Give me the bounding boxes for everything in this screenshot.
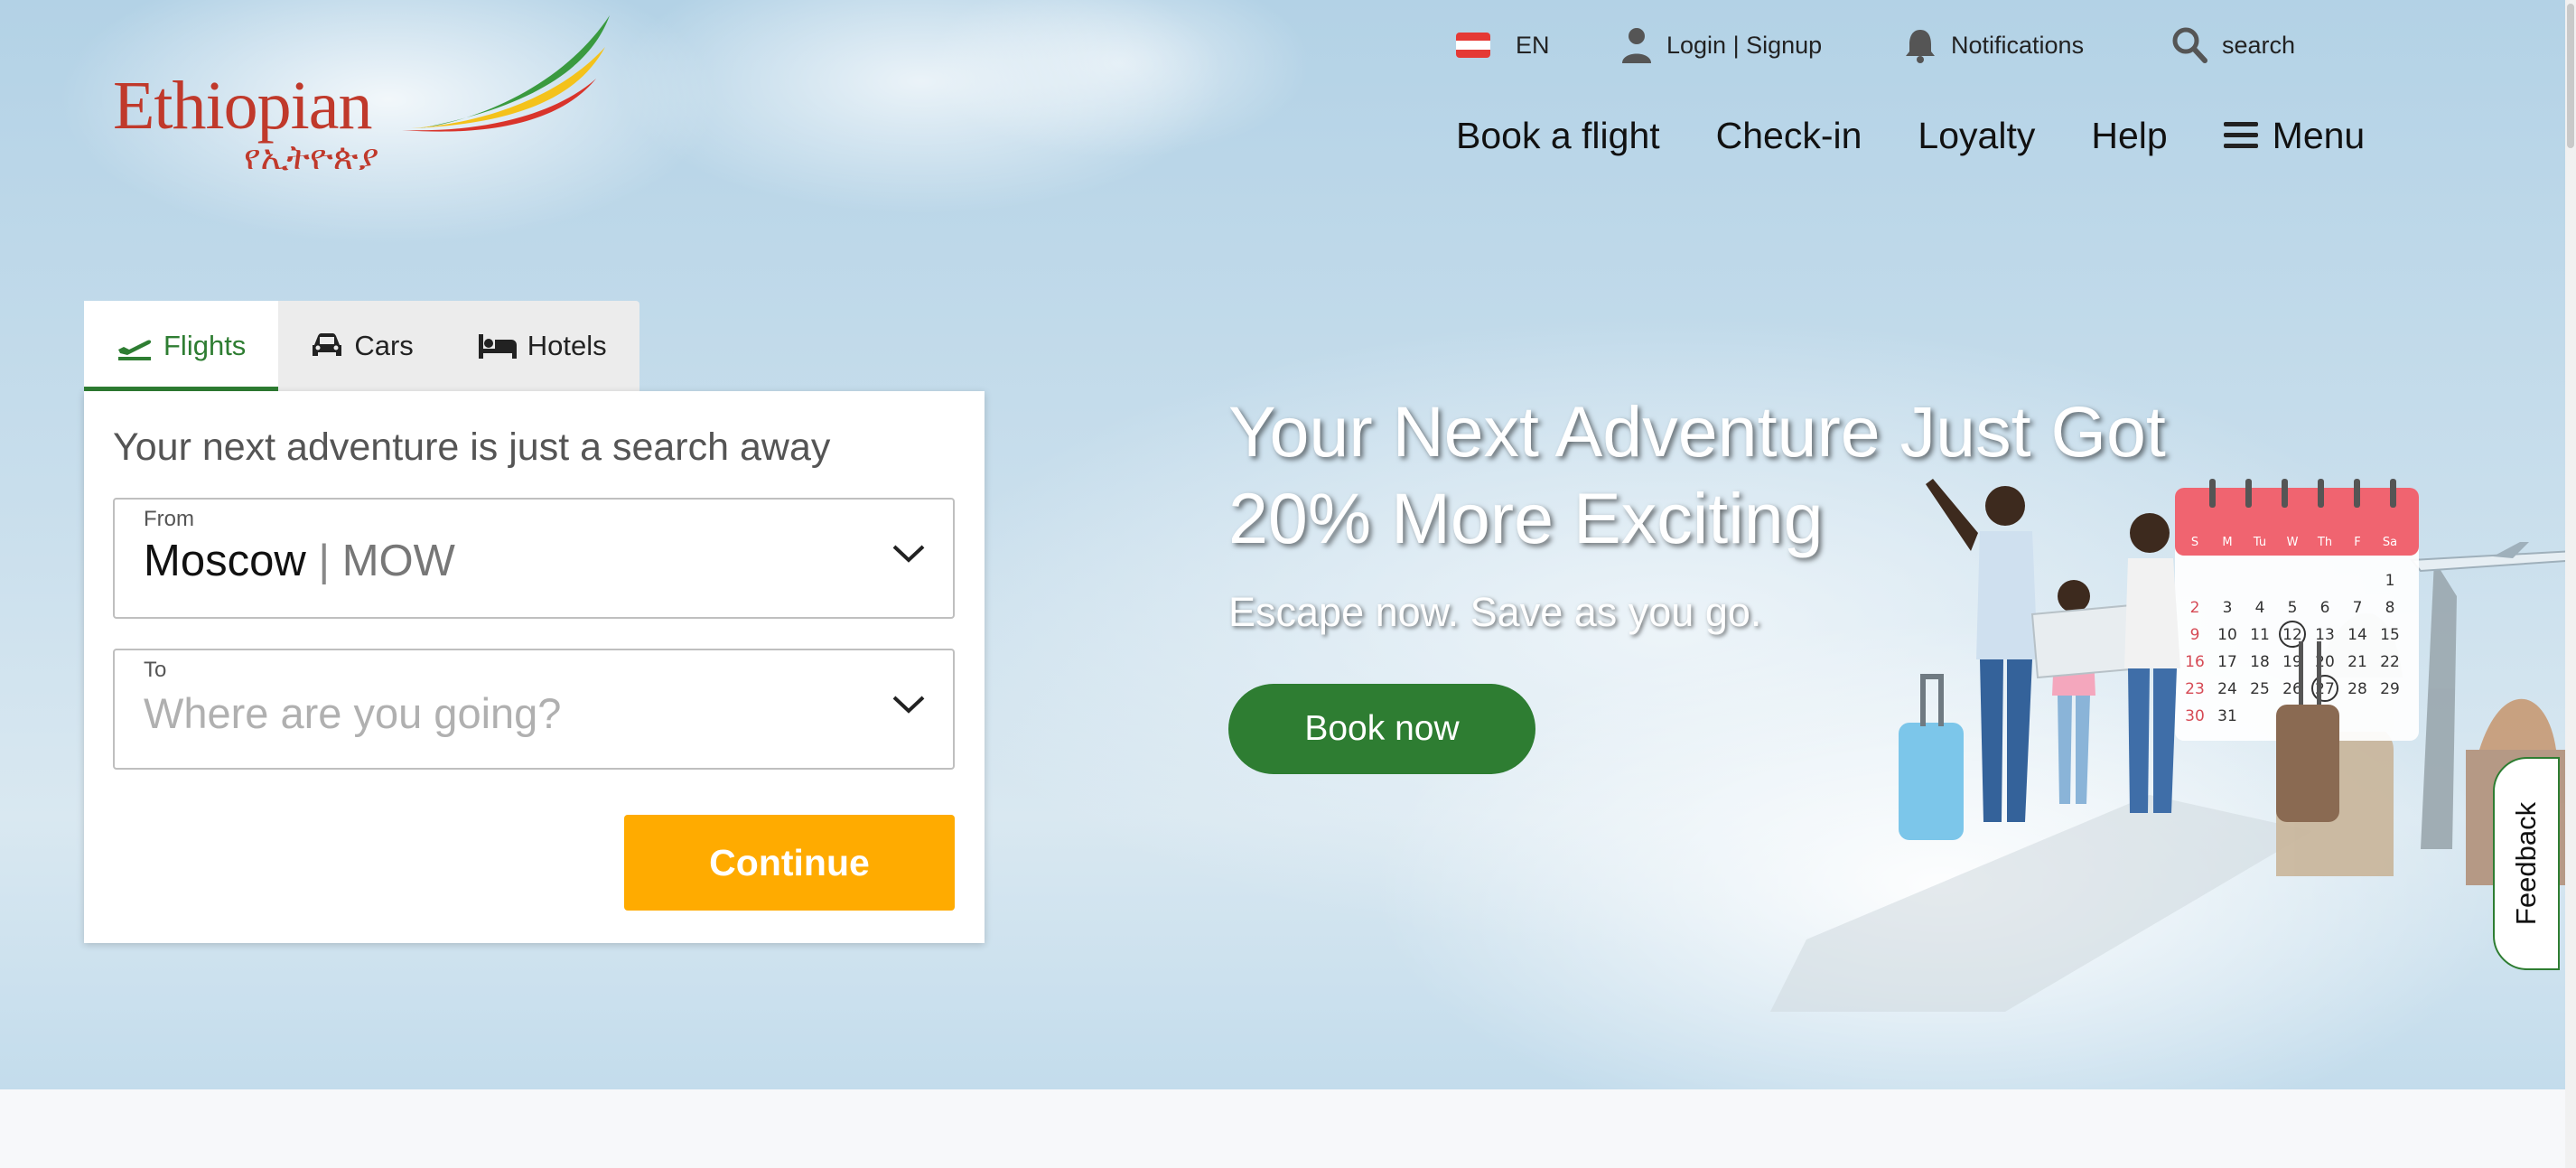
calendar-date: 24: [2217, 680, 2237, 698]
nav-loyalty[interactable]: Loyalty: [1918, 115, 2035, 157]
logo-wordmark: Ethiopian: [113, 68, 373, 144]
calendar-day-header: F: [2354, 536, 2360, 549]
chevron-down-icon[interactable]: [891, 543, 926, 565]
search-label: search: [2222, 31, 2296, 59]
calendar-date: 29: [2380, 680, 2400, 698]
calendar-date: 8: [2385, 599, 2395, 617]
nav-check-in[interactable]: Check-in: [1716, 115, 1862, 157]
language-code: EN: [1516, 31, 1550, 59]
login-label: Login | Signup: [1666, 31, 1823, 59]
flag-icon: [1456, 33, 1490, 58]
calendar-date: 31: [2217, 707, 2237, 725]
to-label: To: [144, 658, 167, 682]
nav-book-a-flight[interactable]: Book a flight: [1456, 115, 1660, 157]
calendar-date: 14: [2347, 626, 2367, 644]
menu-button[interactable]: Menu: [2223, 114, 2366, 157]
from-field[interactable]: From Moscow | MOW: [113, 498, 955, 619]
ethiopian-logo[interactable]: Ethiopian የኢትዮጵያ: [113, 11, 610, 178]
calendar-date: 1: [2385, 572, 2395, 590]
user-icon: [1622, 28, 1651, 63]
calendar-date: 23: [2185, 680, 2205, 698]
calendar-date: 6: [2320, 599, 2330, 617]
continue-button[interactable]: Continue: [624, 815, 955, 911]
from-city: Moscow: [144, 537, 306, 585]
notifications-label: Notifications: [1951, 31, 2085, 59]
calendar-day-header: M: [2222, 536, 2232, 549]
to-placeholder: Where are you going?: [144, 689, 562, 737]
calendar-date: 2: [2190, 599, 2200, 617]
logo-tail-icon: [402, 15, 610, 132]
from-separator: |: [318, 537, 331, 585]
search-link[interactable]: search: [2171, 25, 2295, 65]
tab-flights[interactable]: Flights: [84, 301, 279, 391]
tab-hotels-label: Hotels: [527, 330, 607, 361]
calendar-day-header: Tu: [2253, 536, 2266, 549]
calendar-date: 21: [2347, 653, 2367, 671]
feedback-tab[interactable]: Feedback: [2493, 757, 2560, 970]
calendar-date: 15: [2380, 626, 2400, 644]
chevron-down-icon[interactable]: [891, 694, 926, 715]
flight-search-card: Your next adventure is just a search awa…: [84, 391, 985, 943]
menu-label: Menu: [2272, 114, 2366, 156]
from-value: Moscow | MOW: [144, 536, 455, 586]
calendar-date: 7: [2353, 599, 2363, 617]
page-scrollbar[interactable]: [2565, 0, 2576, 1168]
calendar-date: 28: [2347, 680, 2367, 698]
main-nav: Book a flight Check-in Loyalty Help Menu: [1456, 107, 2365, 164]
calendar-date: 4: [2255, 599, 2265, 617]
search-icon: [2172, 27, 2207, 63]
booking-tabs: Flights Cars Hotels: [84, 301, 639, 391]
tab-cars-label: Cars: [354, 330, 414, 361]
tab-flights-label: Flights: [163, 330, 247, 361]
calendar-date: 9: [2190, 626, 2200, 644]
calendar-day-header: Sa: [2383, 536, 2397, 549]
to-field[interactable]: To Where are you going?: [113, 649, 955, 770]
feedback-label: Feedback: [2510, 801, 2543, 926]
calendar-date: 3: [2223, 599, 2233, 617]
nav-help[interactable]: Help: [2091, 115, 2167, 157]
airplane-icon: [2409, 542, 2576, 573]
calendar-date: 25: [2250, 680, 2270, 698]
calendar-date: 16: [2185, 653, 2205, 671]
plane-icon: [118, 340, 152, 360]
search-card-title: Your next adventure is just a search awa…: [113, 425, 831, 469]
language-selector[interactable]: EN: [1456, 25, 1550, 65]
hero-banner: Ethiopian የኢትዮጵያ EN Login | Signup Notif…: [0, 0, 2576, 1089]
logo-amharic: የኢትዮጵያ: [244, 137, 379, 177]
book-now-button[interactable]: Book now: [1228, 684, 1535, 774]
tab-hotels[interactable]: Hotels: [446, 301, 639, 391]
from-code: MOW: [341, 537, 455, 585]
tab-cars[interactable]: Cars: [278, 301, 445, 391]
calendar-date: 17: [2217, 653, 2237, 671]
calendar-day-header: W: [2287, 536, 2299, 549]
notifications-link[interactable]: Notifications: [1904, 25, 2084, 65]
calendar-date: 5: [2288, 599, 2298, 617]
calendar-date: 11: [2250, 626, 2270, 644]
calendar-date: 18: [2250, 653, 2270, 671]
car-icon: [313, 333, 342, 356]
family-icon: [1926, 479, 2180, 822]
hamburger-icon: [2223, 122, 2258, 148]
login-signup-link[interactable]: Login | Signup: [1621, 25, 1822, 65]
from-label: From: [144, 507, 194, 531]
calendar-day-header: Th: [2317, 536, 2332, 549]
travel-illustration: S M Tu W Th F Sa12 3 4 5 6 7 89 10 11 12 13 14 1516 17 18 19 2…: [1770, 479, 2576, 1012]
scrollbar-thumb[interactable]: [2567, 4, 2574, 148]
bed-icon: [478, 334, 517, 359]
calendar-day-header: S: [2191, 536, 2198, 549]
calendar-date: 30: [2185, 707, 2205, 725]
calendar-date: 22: [2380, 653, 2400, 671]
calendar-date: 10: [2217, 626, 2237, 644]
promo-subtitle: Escape now. Save as you go.: [1228, 589, 1762, 635]
calendar-icon: S M Tu W Th F Sa12 3 4 5 6 7 89 10 11 12 13 14 1516 17 18 19 2…: [2175, 479, 2419, 741]
bell-icon: [1906, 30, 1935, 63]
